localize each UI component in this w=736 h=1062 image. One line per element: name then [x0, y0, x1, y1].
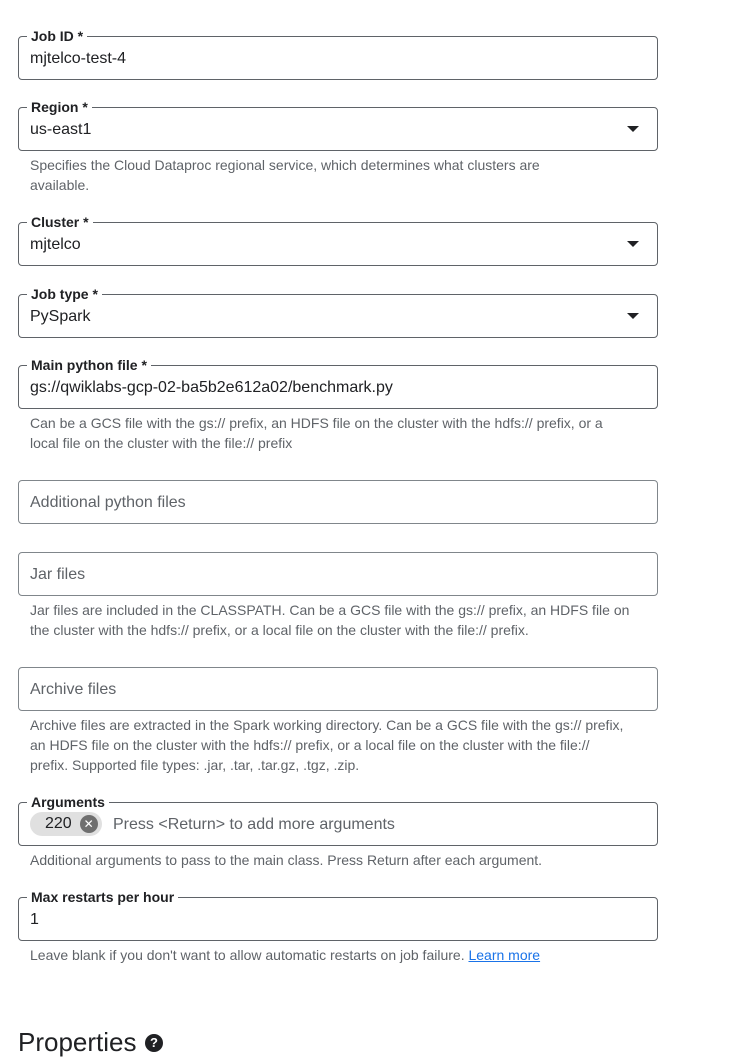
max-restarts-field[interactable]: Max restarts per hour 1 [18, 888, 658, 941]
arguments-input-placeholder[interactable]: Press <Return> to add more arguments [113, 815, 395, 835]
dropdown-arrow-icon[interactable] [627, 126, 639, 132]
additional-python-files-placeholder: Additional python files [30, 494, 186, 511]
arguments-label: Arguments [27, 793, 109, 811]
region-label: Region * [27, 98, 92, 116]
job-type-select[interactable]: Job type * PySpark [18, 285, 658, 338]
archive-files-placeholder: Archive files [30, 681, 117, 698]
job-id-value[interactable]: mjtelco-test-4 [30, 49, 126, 69]
cluster-label: Cluster * [27, 213, 93, 231]
max-restarts-value[interactable]: 1 [30, 910, 39, 930]
main-python-file-value[interactable]: gs://qwiklabs-gcp-02-ba5b2e612a02/benchm… [30, 378, 393, 398]
cluster-value: mjtelco [30, 236, 81, 253]
max-restarts-hint-text: Leave blank if you don't want to allow a… [30, 947, 465, 963]
region-value: us-east1 [30, 121, 92, 138]
help-icon[interactable]: ? [145, 1034, 163, 1052]
main-python-file-field[interactable]: Main python file * gs://qwiklabs-gcp-02-… [18, 356, 658, 409]
argument-chip-label: 220 [45, 815, 72, 832]
learn-more-link[interactable]: Learn more [468, 947, 540, 963]
jar-files-placeholder: Jar files [30, 566, 86, 583]
jar-files-hint: Jar files are included in the CLASSPATH.… [30, 602, 630, 638]
archive-files-field[interactable]: Archive files [18, 667, 658, 711]
main-python-file-label: Main python file * [27, 356, 151, 374]
jar-files-field[interactable]: Jar files [18, 552, 658, 596]
job-type-label: Job type * [27, 285, 102, 303]
region-select[interactable]: Region * us-east1 [18, 98, 658, 151]
job-id-label: Job ID * [27, 27, 88, 45]
max-restarts-label: Max restarts per hour [27, 888, 179, 906]
archive-files-hint: Archive files are extracted in the Spark… [30, 717, 624, 773]
remove-chip-icon[interactable]: ✕ [79, 815, 98, 833]
cluster-select[interactable]: Cluster * mjtelco [18, 213, 658, 266]
dropdown-arrow-icon[interactable] [627, 241, 639, 247]
dropdown-arrow-icon[interactable] [627, 313, 639, 319]
main-python-file-hint: Can be a GCS file with the gs:// prefix,… [30, 415, 603, 451]
region-hint: Specifies the Cloud Dataproc regional se… [30, 157, 540, 193]
max-restarts-hint: Leave blank if you don't want to allow a… [30, 945, 670, 965]
argument-chip[interactable]: 220 ✕ [30, 812, 102, 836]
properties-heading: Properties [18, 1027, 137, 1057]
job-type-value: PySpark [30, 308, 91, 325]
arguments-field[interactable]: Arguments 220 ✕ Press <Return> to add mo… [18, 793, 658, 846]
job-id-field[interactable]: Job ID * mjtelco-test-4 [18, 27, 658, 80]
additional-python-files-field[interactable]: Additional python files [18, 480, 658, 524]
arguments-hint: Additional arguments to pass to the main… [30, 852, 543, 868]
